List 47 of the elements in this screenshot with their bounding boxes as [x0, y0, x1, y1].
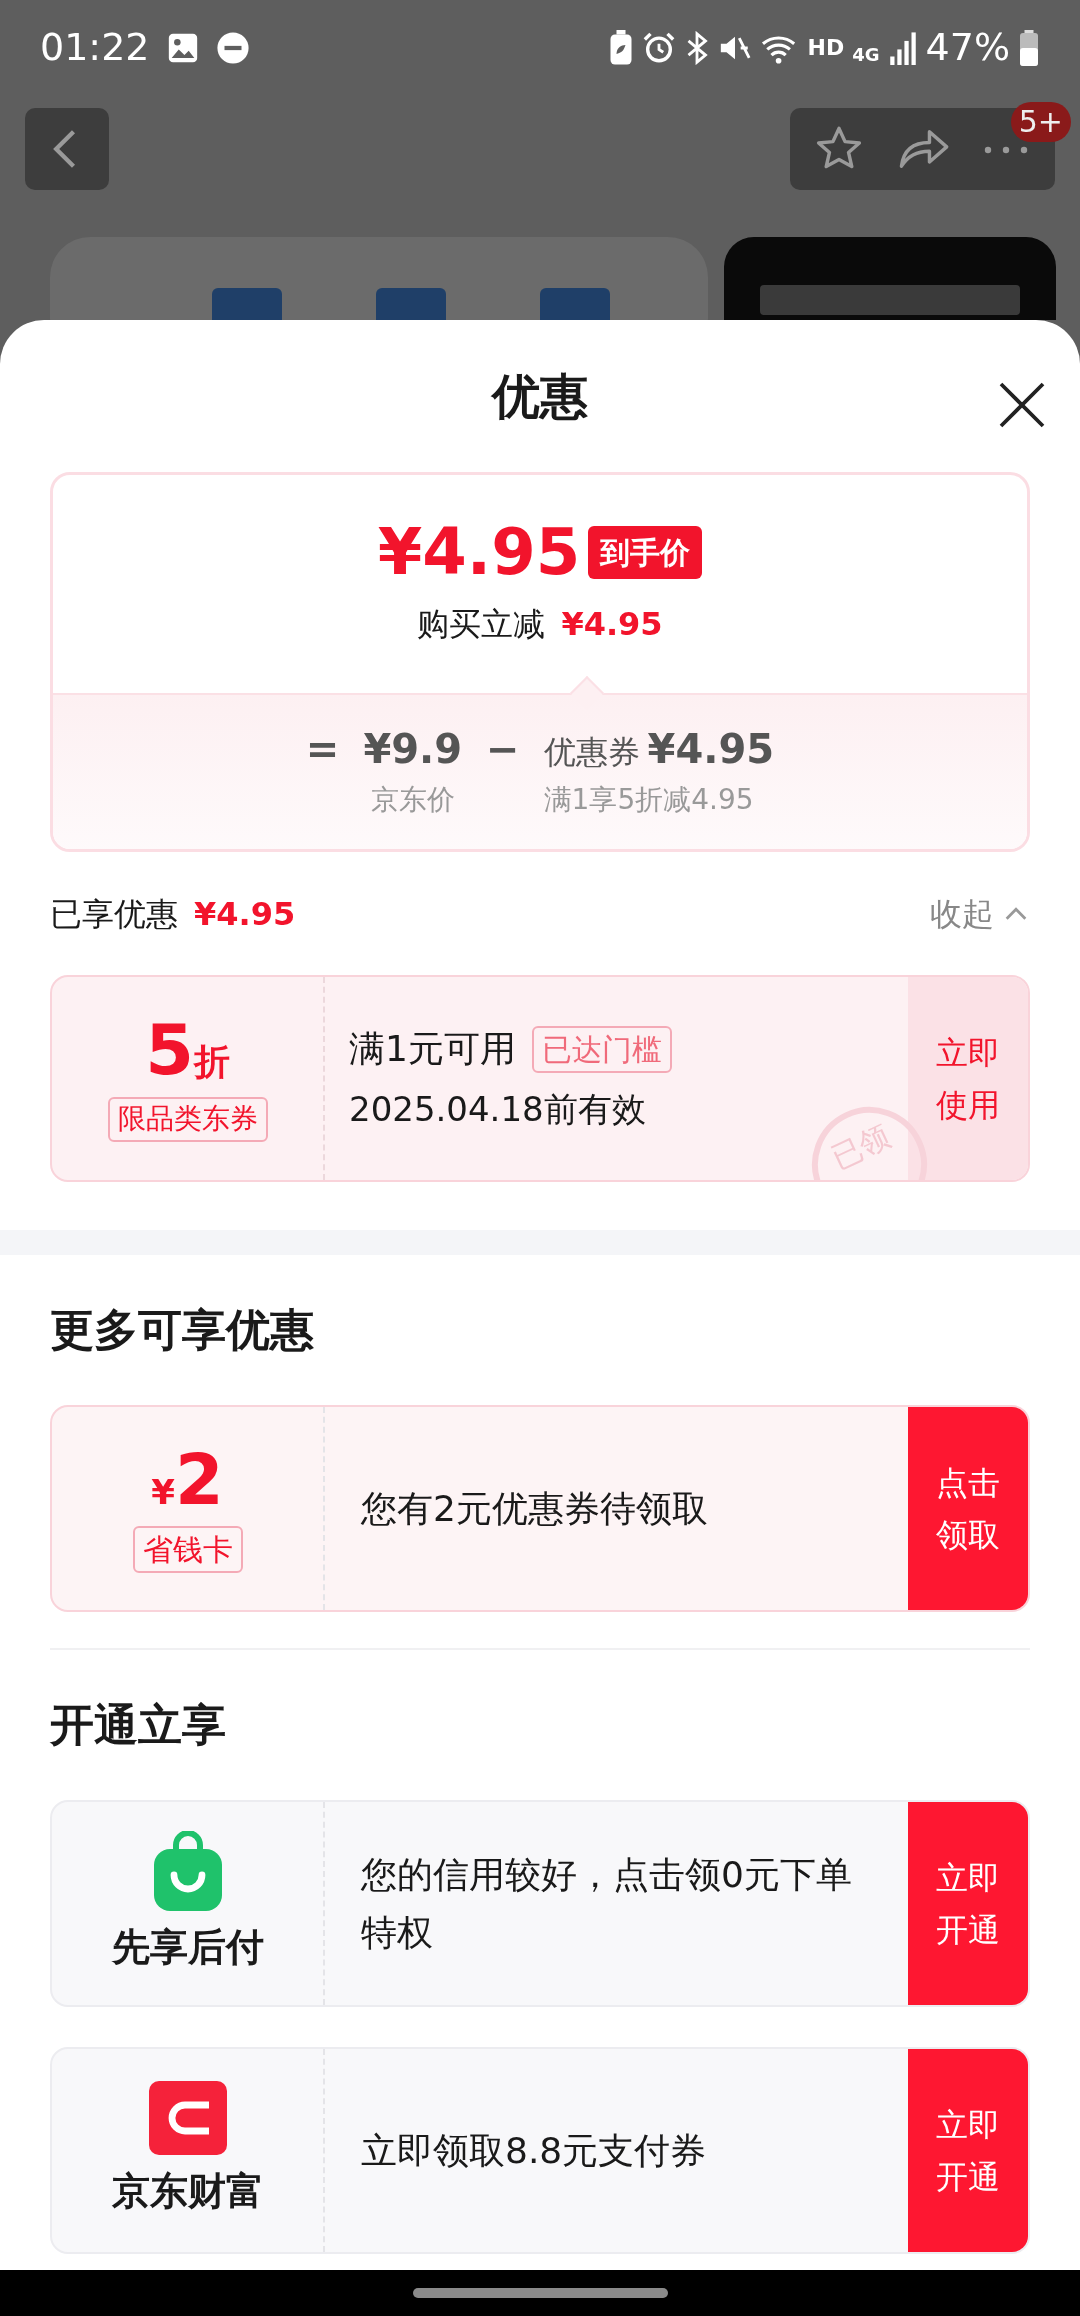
use-button[interactable]: 立即使用: [908, 977, 1028, 1180]
base-price: ¥9.9: [363, 725, 463, 774]
wallet-icon: [148, 2081, 227, 2155]
network-label: 4G: [852, 43, 880, 67]
do-not-disturb-icon: [215, 30, 250, 65]
notification-badge: 5+: [1010, 102, 1071, 142]
price-tag: 到手价: [588, 525, 703, 579]
section-title: 开通立享: [50, 1698, 227, 1752]
final-price: ¥4.95: [377, 520, 581, 584]
discount-unit: 折: [193, 1040, 230, 1085]
battery-icon: [1018, 29, 1040, 66]
card-value: 2: [174, 1444, 224, 1515]
reduction-amount: ¥4.95: [561, 604, 663, 645]
coupon-rule: 满1享5折减4.95: [543, 782, 755, 818]
network-label: HD: [807, 34, 845, 62]
minus-sign: −: [486, 725, 520, 774]
price-label: 京东价: [370, 782, 455, 818]
claim-button[interactable]: 点击领取: [908, 1407, 1028, 1610]
coupon-tag: 限品类东券: [107, 1097, 268, 1142]
service-name: 京东财富: [111, 2168, 264, 2215]
signal-icon: [887, 30, 918, 65]
claim-button[interactable]: 立即开通: [908, 1802, 1028, 2005]
equals-sign: =: [305, 725, 340, 774]
applied-amount: ¥4.95: [194, 893, 296, 935]
status-time: 01:22: [40, 24, 150, 71]
coupon-amount: ¥4.95: [647, 725, 775, 774]
coupon-expiry: 2025.04.18前有效: [349, 1088, 647, 1131]
alarm-icon: [641, 30, 676, 65]
reduction-label: 购买立减: [417, 604, 546, 645]
applied-label: 已享优惠: [50, 893, 178, 935]
offer-text: 您的信用较好，点击领0元下单特权: [360, 1852, 853, 1955]
shopping-bag-icon: [151, 1831, 224, 1911]
offer-text: 立即领取8.8元支付券: [360, 2128, 708, 2173]
coupon-label: 优惠券: [543, 732, 640, 773]
threshold-badge: 已达门槛: [531, 1025, 672, 1073]
back-button[interactable]: [25, 108, 109, 190]
card-tag: 省钱卡: [132, 1525, 243, 1573]
collapse-toggle[interactable]: 收起: [930, 889, 1030, 938]
currency-sign: ¥: [151, 1470, 175, 1514]
coupon-title: 满1元可用: [349, 1027, 516, 1071]
battery-percent: 47%: [925, 24, 1010, 71]
section-title: 更多可享优惠: [50, 1303, 315, 1357]
sheet-title: 优惠: [492, 367, 588, 426]
claim-button[interactable]: 立即开通: [908, 2049, 1028, 2252]
service-name: 先享后付: [111, 1924, 264, 1971]
offer-text: 您有2元优惠券待领取: [360, 1486, 709, 1531]
discount-value: 5: [145, 1015, 194, 1086]
